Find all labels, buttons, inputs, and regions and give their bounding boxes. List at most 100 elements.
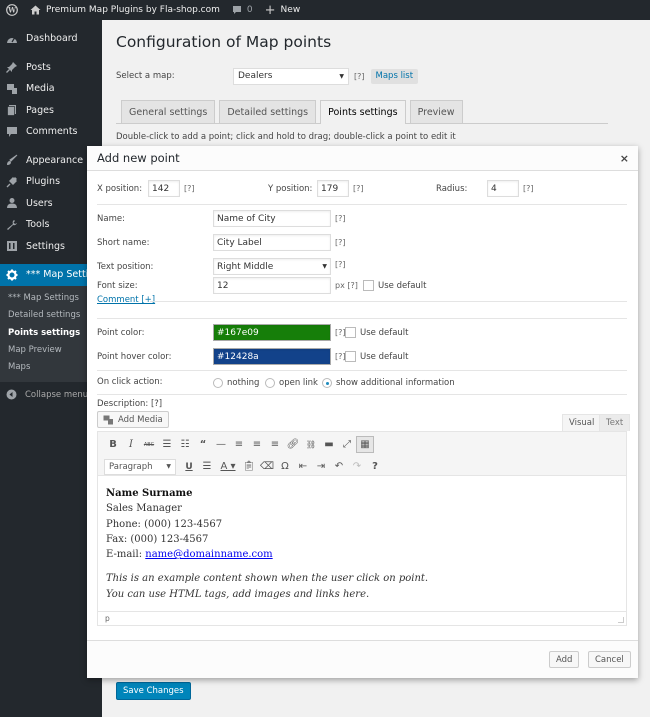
chevron-down-icon: ▼: [166, 463, 171, 470]
add-media-button[interactable]: Add Media: [97, 411, 169, 428]
radius-label: Radius:: [436, 184, 468, 194]
sidebar-item-pages[interactable]: Pages: [0, 100, 102, 122]
site-name-link[interactable]: Premium Map Plugins by Fla-shop.com: [24, 0, 226, 20]
tab-preview[interactable]: Preview: [409, 100, 463, 123]
x-position-label: X position:: [97, 184, 143, 194]
point-color-help[interactable]: [?]: [335, 328, 346, 337]
editor-tab-text[interactable]: Text: [599, 414, 631, 431]
text-position-select[interactable]: Right Middle ▼: [213, 258, 331, 275]
dashboard-icon: [6, 33, 18, 45]
collapse-arrow-icon: [6, 389, 17, 400]
editor-content[interactable]: Name Surname Sales Manager Phone: (000) …: [98, 476, 626, 612]
help-icon[interactable]: ?: [366, 458, 384, 475]
format-select[interactable]: Paragraph ▼: [104, 458, 176, 475]
click-action-radio-open-link[interactable]: [265, 378, 275, 388]
toolbar-toggle-icon[interactable]: ▦: [356, 436, 374, 453]
horizontal-rule-icon[interactable]: —: [212, 436, 230, 453]
add-button[interactable]: Add: [549, 651, 580, 668]
comment-toggle-link[interactable]: Comment [+]: [97, 295, 155, 305]
sidebar-item-label: Settings: [26, 240, 65, 252]
short-name-help[interactable]: [?]: [335, 238, 346, 247]
bullet-list-icon[interactable]: ☰: [158, 436, 176, 453]
tab-detailed-settings[interactable]: Detailed settings: [219, 100, 317, 123]
link-icon[interactable]: 🔗︎: [284, 436, 302, 453]
italic-icon[interactable]: I: [122, 436, 140, 453]
plugin-icon: [6, 176, 18, 188]
cancel-button[interactable]: Cancel: [588, 651, 631, 668]
align-center-icon[interactable]: ≡: [248, 436, 266, 453]
click-action-radio-show-info[interactable]: [322, 378, 332, 388]
indent-icon[interactable]: ⇥: [312, 458, 330, 475]
name-label: Name:: [97, 214, 125, 224]
text-color-icon[interactable]: A ▾: [216, 458, 240, 475]
read-more-icon[interactable]: ▬: [320, 436, 338, 453]
name-input[interactable]: Name of City: [213, 210, 331, 227]
new-content-link[interactable]: + New: [259, 0, 307, 20]
justify-icon[interactable]: ☰: [198, 458, 216, 475]
sidebar-item-dashboard[interactable]: Dashboard: [0, 28, 102, 50]
outdent-icon[interactable]: ⇤: [294, 458, 312, 475]
y-position-help[interactable]: [?]: [353, 184, 364, 193]
comments-link[interactable]: 0: [226, 0, 259, 20]
map-select-help[interactable]: [?]: [354, 72, 365, 81]
underline-icon[interactable]: U: [180, 458, 198, 475]
paste-text-icon[interactable]: 📋︎: [240, 458, 258, 475]
pin-icon: [6, 61, 18, 74]
unlink-icon[interactable]: ⛓: [302, 436, 320, 453]
sidebar-item-label: *** Map Settin: [26, 269, 95, 281]
short-name-input[interactable]: City Label: [213, 234, 331, 251]
point-color-input[interactable]: #167e09: [213, 324, 331, 341]
divider: [97, 204, 627, 205]
save-changes-button[interactable]: Save Changes: [116, 682, 191, 700]
text-position-value: Right Middle: [217, 261, 274, 272]
strikethrough-icon[interactable]: ABC: [140, 436, 158, 453]
sidebar-item-comments[interactable]: Comments: [0, 121, 102, 143]
email-link[interactable]: name@domainname.com: [145, 549, 272, 560]
fullscreen-icon[interactable]: ⤢: [338, 436, 356, 453]
undo-icon[interactable]: ↶: [330, 458, 348, 475]
map-select[interactable]: Dealers ▼: [233, 67, 349, 85]
point-color-use-default-checkbox[interactable]: [345, 327, 356, 338]
pages-icon: [6, 104, 18, 117]
wordpress-icon: W: [6, 4, 18, 16]
tab-general-settings[interactable]: General settings: [121, 100, 216, 123]
special-char-icon[interactable]: Ω: [276, 458, 294, 475]
resize-handle[interactable]: [618, 617, 624, 623]
name-help[interactable]: [?]: [335, 214, 346, 223]
click-action-radio-nothing[interactable]: [213, 378, 223, 388]
element-path[interactable]: p: [105, 614, 110, 623]
numbered-list-icon[interactable]: ☷: [176, 436, 194, 453]
editor-status-bar: p: [98, 611, 626, 625]
x-position-help[interactable]: [?]: [184, 184, 195, 193]
radius-input[interactable]: 4: [487, 180, 519, 197]
align-left-icon[interactable]: ≡: [230, 436, 248, 453]
radius-help[interactable]: [?]: [523, 184, 534, 193]
hover-color-use-default-checkbox[interactable]: [345, 351, 356, 362]
sidebar-item-media[interactable]: Media: [0, 78, 102, 100]
sidebar-item-posts[interactable]: Posts: [0, 57, 102, 79]
redo-icon[interactable]: ↷: [348, 458, 366, 475]
description-editor: B I ABC ☰ ☷ “ — ≡ ≡ ≡ 🔗︎ ⛓ ▬ ⤢ ▦ Paragra…: [97, 431, 627, 626]
wordpress-logo-button[interactable]: W: [0, 0, 24, 20]
media-icon: [103, 415, 113, 424]
point-color-label: Point color:: [97, 328, 145, 338]
hover-color-input[interactable]: #12428a: [213, 348, 331, 365]
bold-icon[interactable]: B: [104, 436, 122, 453]
hover-color-help[interactable]: [?]: [335, 352, 346, 361]
click-action-show-info-label: show additional information: [336, 378, 455, 388]
maps-list-button[interactable]: Maps list: [370, 68, 419, 84]
wrench-icon: [6, 219, 18, 231]
blockquote-icon[interactable]: “: [194, 436, 212, 453]
editor-tab-visual[interactable]: Visual: [562, 414, 602, 431]
clear-format-icon[interactable]: ⌫: [258, 458, 276, 475]
chevron-down-icon: ▼: [322, 263, 327, 270]
font-size-input[interactable]: 12: [213, 277, 331, 294]
align-right-icon[interactable]: ≡: [266, 436, 284, 453]
tab-points-settings[interactable]: Points settings: [320, 100, 406, 124]
font-size-use-default-checkbox[interactable]: [363, 280, 374, 291]
y-position-input[interactable]: 179: [317, 180, 349, 197]
x-position-input[interactable]: 142: [148, 180, 180, 197]
text-position-help[interactable]: [?]: [335, 260, 346, 269]
close-icon[interactable]: ×: [620, 152, 629, 165]
font-size-unit-help[interactable]: px [?]: [335, 281, 358, 290]
